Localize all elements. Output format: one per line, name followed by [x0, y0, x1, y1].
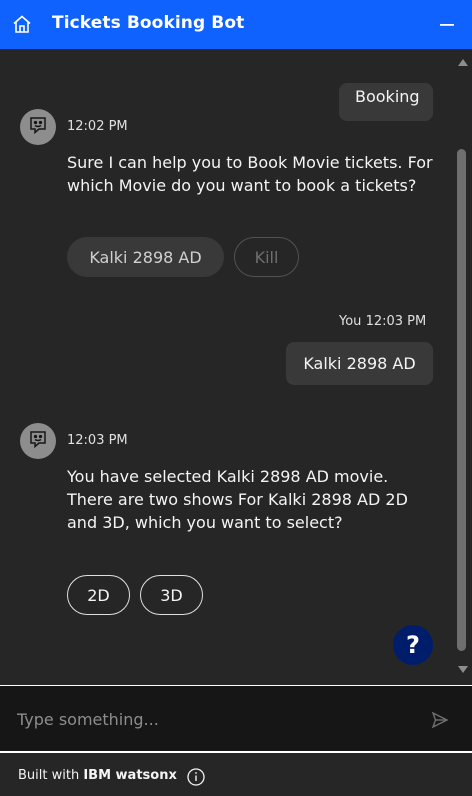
scroll-up-arrow-icon[interactable] [458, 59, 468, 66]
user-message-text: Booking [355, 87, 420, 106]
minimize-icon[interactable] [436, 14, 458, 36]
scroll-down-arrow-icon[interactable] [458, 666, 468, 673]
bot-message-timestamp: 12:02 PM [67, 119, 128, 134]
brand-name: IBM watsonx [83, 768, 177, 783]
send-icon[interactable] [430, 710, 450, 730]
bot-message-text: Sure I can help you to Book Movie ticket… [67, 153, 433, 195]
help-button[interactable]: ? [393, 625, 433, 665]
footer: Built with IBM watsonx [0, 755, 472, 796]
built-with-label: Built with IBM watsonx [18, 768, 177, 783]
chat-header: Tickets Booking Bot [0, 0, 472, 49]
bot-message-timestamp: 12:03 PM [67, 433, 128, 448]
message-input-bar [0, 685, 472, 753]
bot-message-text: You have selected Kalki 2898 AD movie. T… [67, 467, 408, 532]
chat-transcript[interactable]: Booking 12:02 PM Sure I can help you to … [0, 49, 472, 685]
user-message-timestamp: 12:03 PM [365, 314, 427, 329]
home-icon[interactable] [12, 14, 32, 34]
chat-title: Tickets Booking Bot [52, 13, 245, 33]
user-message-bubble: Booking [339, 83, 433, 121]
bot-avatar [20, 423, 56, 459]
user-sender-label: You [339, 314, 362, 329]
info-icon[interactable] [187, 768, 205, 786]
chat-scrollbar[interactable] [455, 49, 469, 681]
user-message-bubble: Kalki 2898 AD [286, 342, 433, 385]
bot-avatar [20, 109, 56, 145]
option-kill-button: Kill [234, 237, 299, 277]
chat-bot-icon [28, 115, 48, 139]
user-message-meta: You 12:03 PM [339, 314, 426, 329]
option-2d-button[interactable]: 2D [67, 575, 130, 615]
user-message-text: Kalki 2898 AD [303, 354, 416, 373]
scrollbar-thumb[interactable] [457, 149, 466, 651]
option-kalki-button[interactable]: Kalki 2898 AD [67, 237, 224, 277]
option-3d-button[interactable]: 3D [140, 575, 203, 615]
chat-bot-icon [28, 429, 48, 453]
message-input[interactable] [0, 686, 420, 752]
built-with-prefix: Built with [18, 768, 84, 783]
